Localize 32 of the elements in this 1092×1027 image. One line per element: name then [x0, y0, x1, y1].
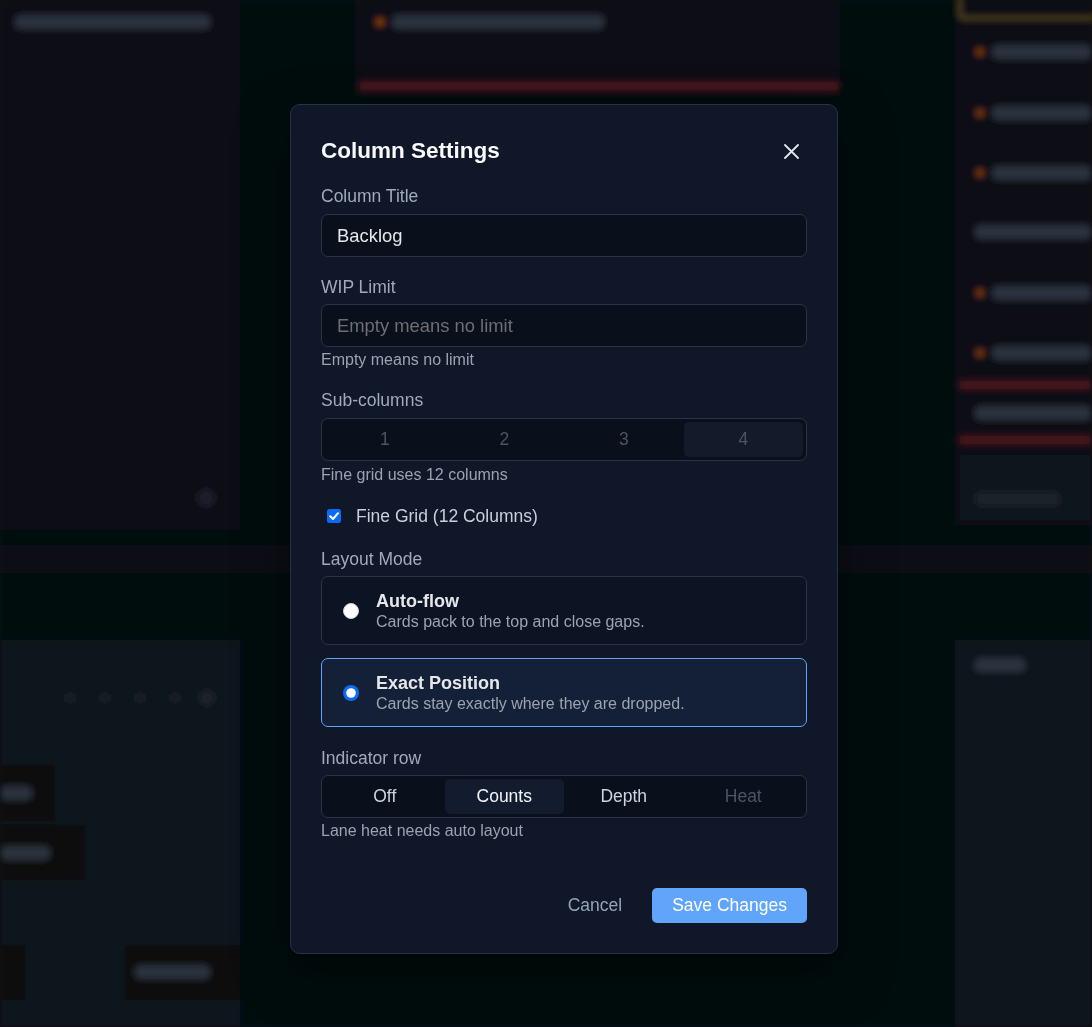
- field-label: WIP Limit: [321, 277, 397, 297]
- segment-button[interactable]: Depth: [564, 779, 684, 814]
- close-icon: [783, 143, 799, 159]
- field-hint: Empty means no limit: [321, 351, 475, 369]
- radio-button[interactable]: [343, 602, 359, 619]
- blurred-dot-icon: [976, 109, 984, 117]
- segment-button[interactable]: Off: [325, 779, 445, 814]
- wip-limit-input[interactable]: Empty means no limit: [321, 304, 807, 347]
- checkbox[interactable]: [327, 509, 341, 523]
- blurred-dot-icon: [376, 18, 384, 26]
- blurred-dot-icon: [976, 48, 984, 56]
- option-description: Cards stay exactly where they are dropped.: [376, 694, 685, 713]
- field-label: Column Title: [321, 186, 420, 206]
- blurred-dot-icon: [976, 289, 984, 297]
- cancel-button[interactable]: Cancel: [559, 888, 631, 923]
- radio-button[interactable]: [343, 684, 359, 701]
- option-description: Cards pack to the top and close gaps.: [376, 612, 645, 631]
- field-hint: Fine grid uses 12 columns: [321, 466, 509, 484]
- field-label: Indicator row: [321, 748, 423, 768]
- field-hint: Lane heat needs auto layout: [321, 822, 524, 840]
- option-title: Exact Position: [376, 672, 502, 693]
- blurred-dot-icon: [976, 349, 984, 357]
- option-title: Auto-flow: [376, 590, 460, 611]
- layout-option-card[interactable]: Auto-flow Cards pack to the top and close gaps.: [321, 576, 807, 645]
- column-title-input[interactable]: Backlog: [321, 214, 807, 257]
- blurred-dot-icon: [976, 169, 984, 177]
- field-label: Sub-columns: [321, 390, 425, 410]
- field-label: Layout Mode: [321, 549, 424, 569]
- dialog-title: Column Settings: [321, 137, 500, 165]
- layout-option-card[interactable]: Exact Position Cards stay exactly where they are dropped.: [321, 658, 807, 727]
- segment-button[interactable]: Counts: [444, 779, 564, 814]
- checkbox-label: Fine Grid (12 Columns): [356, 505, 538, 527]
